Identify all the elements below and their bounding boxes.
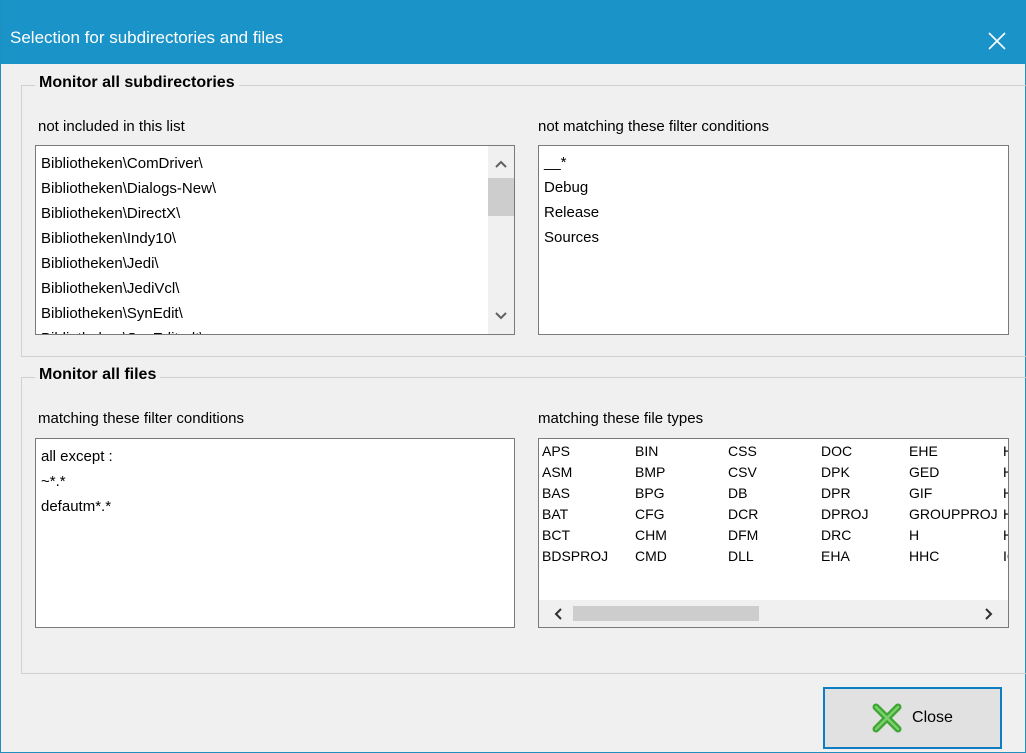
dialog-window: Selection for subdirectories and files M… (0, 0, 1026, 753)
files-group-title: Monitor all files (35, 366, 161, 384)
excluded-subdirectory-item[interactable]: Bibliotheken\SynEdit-alt\ (36, 326, 514, 334)
excluded-subdirectory-item[interactable]: Bibliotheken\ComDriver\ (36, 151, 514, 176)
file-type-item[interactable]: HTML (1003, 525, 1008, 546)
file-type-item[interactable]: DPR (821, 483, 851, 504)
file-type-item[interactable]: BAS (542, 483, 570, 504)
file-filter-item[interactable]: ~*.* (36, 469, 514, 494)
excluded-list-label: not included in this list (38, 118, 185, 135)
file-type-item[interactable]: DCR (728, 504, 758, 525)
chevron-down-icon (495, 312, 507, 320)
file-type-item[interactable]: BMP (635, 462, 665, 483)
file-types-list[interactable]: APS ASM BAS BAT BCT BDSPROJ BIN BMP BPG CFG CHM CMD… (538, 438, 1009, 628)
file-type-item[interactable]: H (909, 525, 919, 546)
subdir-filter-item[interactable]: Sources (539, 225, 1008, 250)
file-type-item[interactable]: DOC (821, 441, 852, 462)
window-close-button[interactable] (967, 0, 1026, 64)
file-type-item[interactable]: DLL (728, 546, 754, 567)
file-type-item[interactable]: GED (909, 462, 939, 483)
file-type-item[interactable]: HHC (909, 546, 939, 567)
file-types-label: matching these file types (538, 410, 704, 427)
file-filter-label: matching these filter conditions (38, 410, 244, 427)
excluded-subdirectory-item[interactable]: Bibliotheken\Jedi\ (36, 251, 514, 276)
scroll-left-arrow[interactable] (545, 600, 571, 627)
file-types-scroll-thumb[interactable] (573, 606, 759, 621)
file-filter-item[interactable]: all except : (36, 444, 514, 469)
file-type-item[interactable]: DB (728, 483, 747, 504)
file-types-scrollbar[interactable] (539, 600, 1008, 627)
window-title: Selection for subdirectories and files (10, 28, 284, 47)
file-type-item[interactable]: DRC (821, 525, 851, 546)
excluded-list-scroll-thumb[interactable] (488, 178, 514, 216)
file-type-item[interactable]: ICO (1003, 546, 1008, 567)
file-type-item[interactable]: DFM (728, 525, 758, 546)
file-type-item[interactable]: EHE (909, 441, 938, 462)
scroll-right-arrow[interactable] (976, 600, 1002, 627)
file-type-item[interactable]: DPROJ (821, 504, 868, 525)
file-filter-item[interactable]: defautm*.* (36, 494, 514, 519)
subdir-filter-list[interactable]: __* Debug Release Sources (538, 145, 1009, 335)
excluded-subdirectories-list[interactable]: Bibliotheken\ComDriver\ Bibliotheken\Dial… (35, 145, 515, 335)
file-type-item[interactable]: HLP (1003, 483, 1008, 504)
file-type-item[interactable]: DPK (821, 462, 850, 483)
file-type-item[interactable]: BAT (542, 504, 568, 525)
file-type-item[interactable]: APS (542, 441, 570, 462)
excluded-subdirectory-item[interactable]: Bibliotheken\DirectX\ (36, 201, 514, 226)
chevron-left-icon (554, 607, 562, 620)
subdir-filter-item[interactable]: Release (539, 200, 1008, 225)
close-button[interactable]: Close (823, 687, 1002, 749)
file-type-item[interactable]: HHK (1003, 441, 1008, 462)
scroll-up-arrow[interactable] (488, 152, 514, 176)
file-type-item[interactable]: CFG (635, 504, 665, 525)
excluded-subdirectory-item[interactable]: Bibliotheken\Indy10\ (36, 226, 514, 251)
title-bar: Selection for subdirectories and files (1, 0, 1026, 64)
close-button-label: Close (912, 709, 953, 726)
close-icon (988, 32, 1006, 50)
excluded-list-scrollbar[interactable] (488, 146, 514, 334)
subdir-filter-item[interactable]: Debug (539, 175, 1008, 200)
excluded-subdirectory-item[interactable]: Bibliotheken\Dialogs-New\ (36, 176, 514, 201)
subdir-filter-item[interactable]: __* (539, 150, 1008, 175)
excluded-subdirectory-item[interactable]: Bibliotheken\JediVcl\ (36, 276, 514, 301)
file-type-item[interactable]: BDSPROJ (542, 546, 608, 567)
file-type-item[interactable]: CHM (635, 525, 667, 546)
close-icon (872, 703, 902, 733)
file-type-item[interactable]: HTM (1003, 504, 1008, 525)
file-type-item[interactable]: GROUPPROJ (909, 504, 998, 525)
subdir-filter-label: not matching these filter conditions (538, 118, 769, 135)
file-type-item[interactable]: EHA (821, 546, 850, 567)
file-type-item[interactable]: GIF (909, 483, 932, 504)
file-type-item[interactable]: ASM (542, 462, 572, 483)
chevron-up-icon (495, 160, 507, 168)
file-type-item[interactable]: CSS (728, 441, 757, 462)
excluded-subdirectory-item[interactable]: Bibliotheken\SynEdit\ (36, 301, 514, 326)
subdirectories-group-title: Monitor all subdirectories (35, 74, 239, 92)
scroll-down-arrow[interactable] (488, 304, 514, 328)
file-type-item[interactable]: CSV (728, 462, 757, 483)
file-type-item[interactable]: CMD (635, 546, 667, 567)
file-type-item[interactable]: HHP (1003, 462, 1008, 483)
file-type-item[interactable]: BCT (542, 525, 570, 546)
file-type-item[interactable]: BIN (635, 441, 658, 462)
file-type-item[interactable]: BPG (635, 483, 665, 504)
file-filter-list[interactable]: all except : ~*.* defautm*.* (35, 438, 515, 628)
chevron-right-icon (985, 607, 993, 620)
